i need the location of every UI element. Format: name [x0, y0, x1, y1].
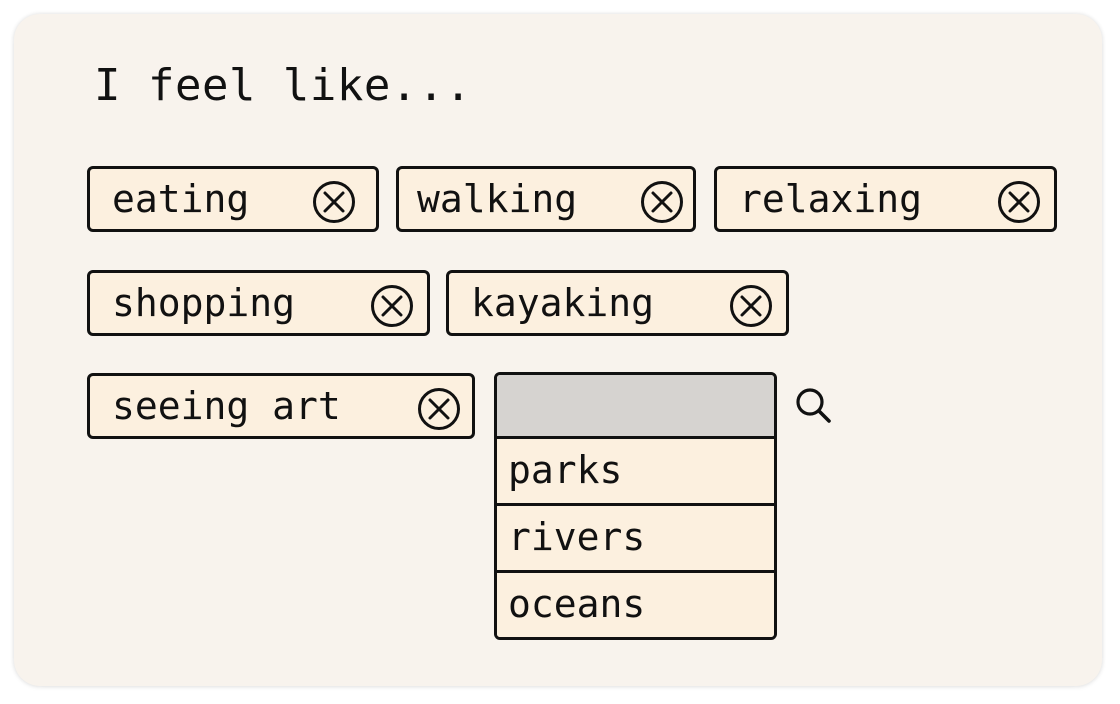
remove-chip-shopping-icon[interactable] [370, 284, 414, 328]
remove-chip-kayaking-icon[interactable] [729, 284, 773, 328]
chip-label: kayaking [471, 281, 655, 325]
prompt-heading: I feel like... [94, 60, 472, 111]
suggestion-oceans[interactable]: oceans [497, 573, 774, 637]
remove-chip-walking-icon[interactable] [640, 180, 684, 224]
chip-walking: walking [396, 166, 696, 232]
remove-chip-eating-icon[interactable] [312, 180, 356, 224]
chip-label: walking [417, 177, 578, 221]
suggestion-rivers[interactable]: rivers [497, 506, 774, 573]
chip-kayaking: kayaking [446, 270, 789, 336]
autocomplete-dropdown: parks rivers oceans [494, 372, 777, 640]
tag-search-input[interactable] [497, 375, 774, 439]
search-icon[interactable] [794, 386, 834, 426]
chip-shopping: shopping [87, 270, 430, 336]
remove-chip-relaxing-icon[interactable] [997, 180, 1041, 224]
chip-seeing-art: seeing art [87, 373, 475, 439]
chip-label: seeing art [112, 384, 341, 428]
suggestion-parks[interactable]: parks [497, 439, 774, 506]
remove-chip-seeing-art-icon[interactable] [417, 387, 461, 431]
chip-eating: eating [87, 166, 379, 232]
chip-label: relaxing [739, 177, 923, 221]
chip-label: shopping [112, 281, 296, 325]
chip-relaxing: relaxing [714, 166, 1057, 232]
chip-label: eating [112, 177, 250, 221]
